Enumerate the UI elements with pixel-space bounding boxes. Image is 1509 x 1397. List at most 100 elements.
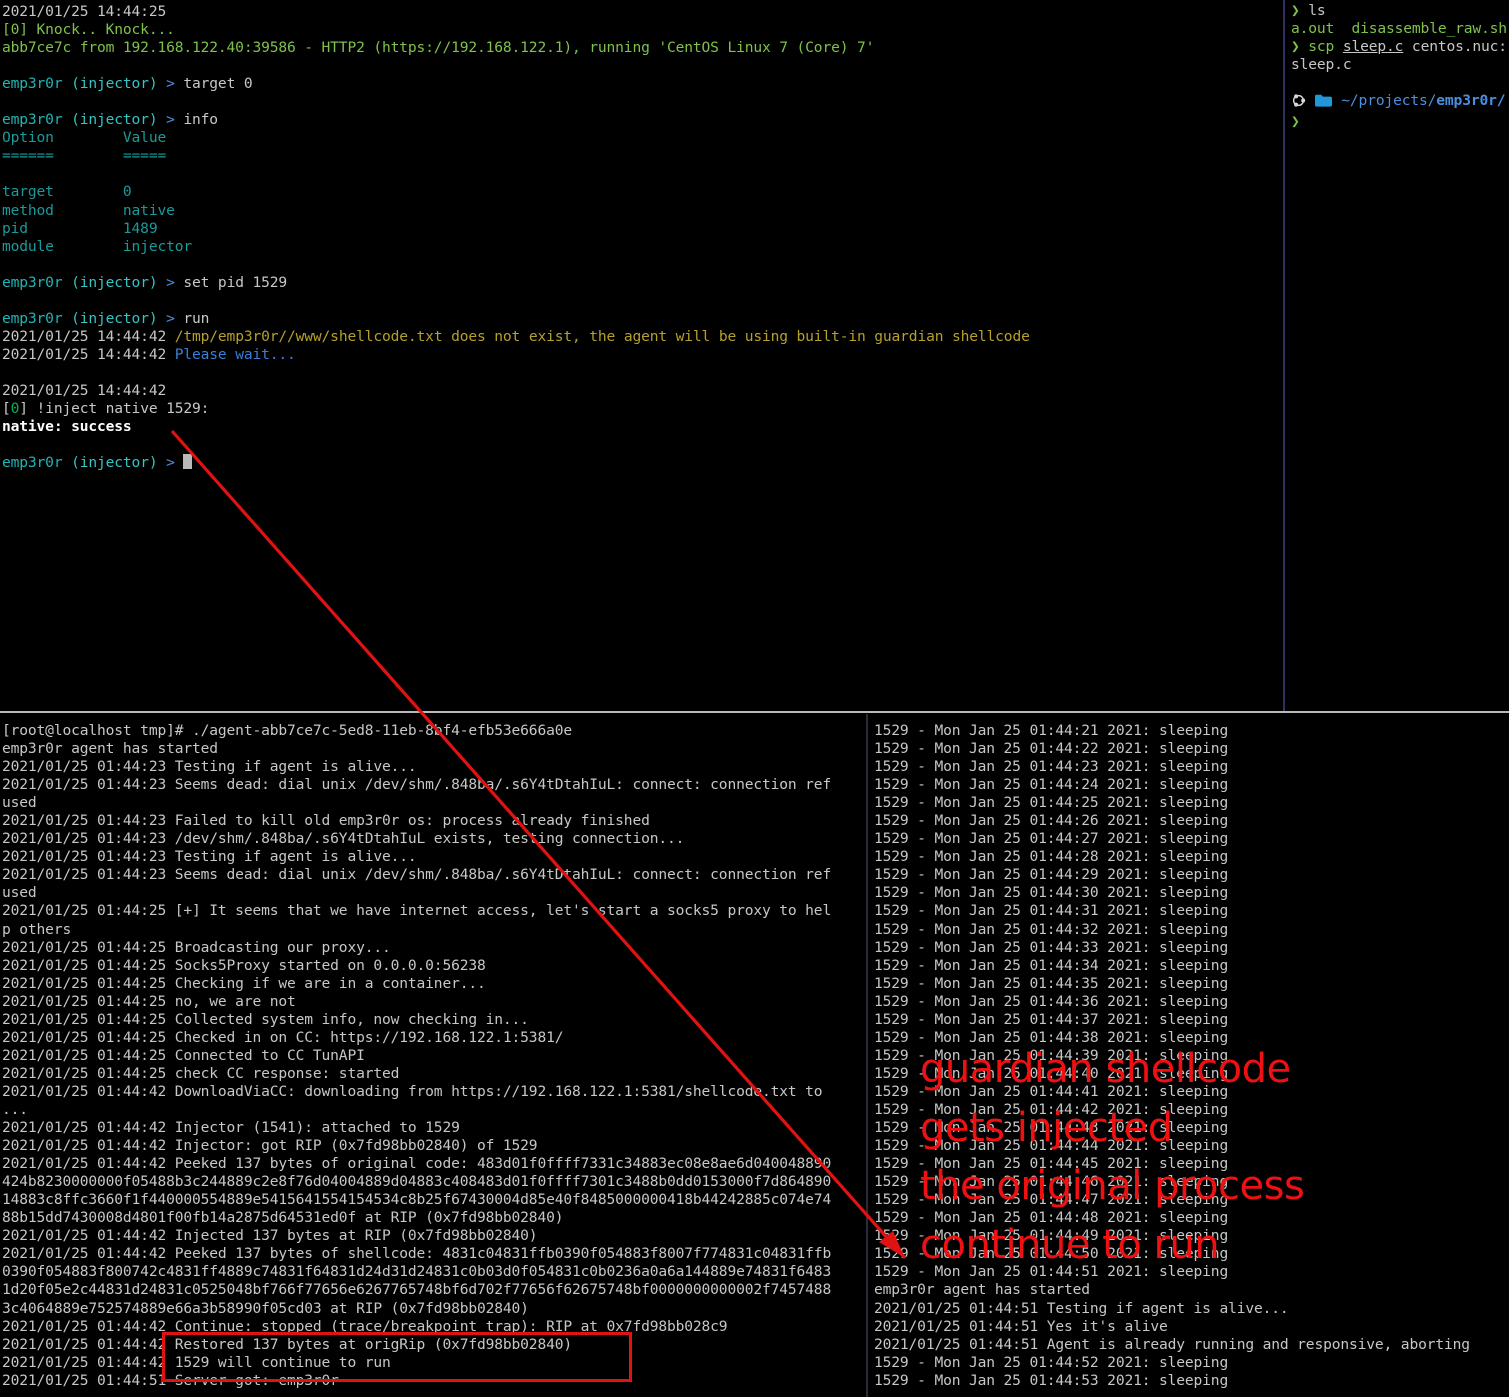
terminal-text-span: ❯: [1291, 2, 1300, 19]
terminal-text-span: [175, 454, 184, 471]
terminal-text-span: ] !inject native 1529:: [19, 400, 210, 418]
terminal-text-span: ls: [1299, 2, 1326, 19]
terminal-text-span: >: [157, 111, 175, 129]
terminal-line: 2021/01/25 01:44:42 Injector: got RIP (0…: [2, 1137, 538, 1155]
terminal-line: 2021/01/25 01:44:51 Yes it's alive: [874, 1317, 1168, 1335]
terminal-line: 1529 - Mon Jan 25 01:44:43 2021: sleepin…: [874, 1119, 1229, 1137]
terminal-line: 2021/01/25 01:44:42 Injected 137 bytes a…: [2, 1227, 538, 1245]
terminal-line: 1d20f05e2c44831d24831c0525048bf766f77656…: [2, 1281, 832, 1299]
terminal-line: 1529 - Mon Jan 25 01:44:28 2021: sleepin…: [874, 848, 1229, 866]
sleep-process-output: 1529 - Mon Jan 25 01:44:21 2021: sleepin…: [874, 722, 1470, 1390]
terminal-line: 2021/01/25 01:44:42 Injector (1541): att…: [2, 1119, 460, 1137]
terminal-line: 1529 - Mon Jan 25 01:44:42 2021: sleepin…: [874, 1100, 1229, 1118]
sleep-process-pane[interactable]: 1529 - Mon Jan 25 01:44:21 2021: sleepin…: [869, 714, 1509, 1397]
terminal-line: 1529 - Mon Jan 25 01:44:53 2021: sleepin…: [874, 1371, 1229, 1389]
terminal-text-span: method native: [2, 201, 175, 219]
terminal-text-span: >: [157, 309, 175, 327]
terminal-text-span: native: success: [2, 418, 132, 436]
terminal-line: 1529 - Mon Jan 25 01:44:22 2021: sleepin…: [874, 740, 1229, 758]
terminal-text-span: centos.nuc:: [1403, 38, 1507, 56]
terminal-line: 1529 - Mon Jan 25 01:44:44 2021: sleepin…: [874, 1137, 1229, 1155]
terminal-text-span: emp3r0r: [2, 309, 63, 327]
agent-terminal-pane[interactable]: [root@localhost tmp]# ./agent-abb7ce7c-5…: [0, 714, 866, 1397]
agent-terminal-output: [root@localhost tmp]# ./agent-abb7ce7c-5…: [2, 722, 831, 1390]
terminal-text-span: (injector): [62, 454, 158, 472]
terminal-line: 1529 - Mon Jan 25 01:44:32 2021: sleepin…: [874, 920, 1229, 938]
right-shell-output: ❯ ls a.out disassemble_raw.sh ❯ scp sleep.…: [1291, 2, 1507, 131]
horizontal-divider-right[interactable]: [1283, 711, 1509, 713]
terminal-text-span: >: [157, 454, 175, 472]
terminal-text-span: emp3r0r: [2, 454, 63, 472]
main-terminal-pane[interactable]: 2021/01/25 14:44:25 [0] Knock.. Knock... a…: [0, 0, 1283, 711]
terminal-line: 2021/01/25 01:44:42 1529 will continue t…: [2, 1353, 391, 1371]
terminal-line: emp3r0r (injector) > target 0: [2, 75, 1030, 93]
vertical-divider-top[interactable]: [1283, 0, 1285, 712]
terminal-line: 2021/01/25 01:44:51 Server got: emp3r0r: [2, 1371, 339, 1389]
terminal-line: method native: [2, 202, 1030, 220]
terminal-line: emp3r0r agent has started: [874, 1281, 1090, 1299]
terminal-line: emp3r0r agent has started: [2, 740, 218, 758]
terminal-text-span: 0: [10, 400, 20, 418]
terminal-line: 1529 - Mon Jan 25 01:44:38 2021: sleepin…: [874, 1028, 1229, 1046]
terminal-line: 1529 - Mon Jan 25 01:44:45 2021: sleepin…: [874, 1155, 1229, 1173]
terminal-text-span: scp: [1299, 38, 1335, 56]
terminal-line: module injector: [2, 238, 1030, 256]
terminal-line: 2021/01/25 01:44:25 Checking if we are i…: [2, 974, 486, 992]
terminal-line: 1529 - Mon Jan 25 01:44:48 2021: sleepin…: [874, 1209, 1229, 1227]
terminal-line: 2021/01/25 14:44:42: [2, 382, 1030, 400]
terminal-line: 1529 - Mon Jan 25 01:44:34 2021: sleepin…: [874, 956, 1229, 974]
terminal-text-span: (injector): [62, 273, 158, 291]
terminal-line: 1529 - Mon Jan 25 01:44:51 2021: sleepin…: [874, 1263, 1229, 1281]
terminal-line: 1529 - Mon Jan 25 01:44:31 2021: sleepin…: [874, 902, 1229, 920]
terminal-text-span: 2021/01/25 14:44:42: [2, 327, 175, 345]
terminal-line: 2021/01/25 01:44:42 DownloadViaCC: downl…: [2, 1082, 823, 1100]
terminal-text-span: >: [157, 75, 175, 93]
terminal-line: sleep.c: [1291, 56, 1507, 74]
terminal-text-span: pid 1489: [2, 219, 158, 237]
vertical-divider-bottom[interactable]: [866, 714, 868, 1397]
terminal-text-span: set pid 1529: [174, 273, 288, 291]
terminal-text-span: 2021/01/25 14:44:42: [2, 381, 167, 399]
terminal-text-span: emp3r0r/: [1436, 92, 1506, 110]
terminal-cursor: [183, 454, 192, 470]
terminal-line: ~/projects/emp3r0r/: [1291, 92, 1507, 113]
terminal-line: 1529 - Mon Jan 25 01:44:52 2021: sleepin…: [874, 1353, 1229, 1371]
right-shell-pane[interactable]: ❯ ls a.out disassemble_raw.sh ❯ scp sleep.…: [1287, 0, 1509, 711]
terminal-line: 2021/01/25 01:44:25 Broadcasting our pro…: [2, 938, 391, 956]
terminal-text-span: info: [174, 111, 218, 129]
terminal-line: 1529 - Mon Jan 25 01:44:36 2021: sleepin…: [874, 992, 1229, 1010]
terminal-line: a.out disassemble_raw.sh: [1291, 20, 1507, 38]
terminal-text-span: target 0: [2, 183, 132, 201]
terminal-line: 2021/01/25 01:44:51 Agent is already run…: [874, 1335, 1470, 1353]
terminal-text-span: emp3r0r: [2, 111, 63, 129]
terminal-line: used: [2, 794, 37, 812]
terminal-line: 1529 - Mon Jan 25 01:44:49 2021: sleepin…: [874, 1227, 1229, 1245]
terminal-text-span: 2021/01/25 14:44:42: [2, 345, 175, 363]
terminal-line: 2021/01/25 01:44:42 Peeked 137 bytes of …: [2, 1155, 832, 1173]
terminal-line: 1529 - Mon Jan 25 01:44:25 2021: sleepin…: [874, 794, 1229, 812]
terminal-line: 2021/01/25 14:44:42 /tmp/emp3r0r//www/sh…: [2, 328, 1030, 346]
terminal-text-span: ❯: [1291, 38, 1300, 56]
terminal-line: native: success: [2, 418, 1030, 436]
terminal-line: 2021/01/25 01:44:23 Failed to kill old e…: [2, 812, 650, 830]
terminal-line: 2021/01/25 01:44:25 check CC response: s…: [2, 1064, 400, 1082]
terminal-text-span: Option Value: [2, 129, 167, 147]
terminal-line: 2021/01/25 01:44:23 Seems dead: dial uni…: [2, 866, 832, 884]
terminal-text-span: 2021/01/25 14:44:25: [2, 3, 167, 20]
terminal-line: 1529 - Mon Jan 25 01:44:30 2021: sleepin…: [874, 884, 1229, 902]
terminal-text-span: (injector): [62, 75, 158, 93]
terminal-line: pid 1489: [2, 220, 1030, 238]
terminal-line: 2021/01/25 01:44:25 Socks5Proxy started …: [2, 956, 486, 974]
terminal-text-span: [1334, 20, 1351, 37]
terminal-line: 1529 - Mon Jan 25 01:44:41 2021: sleepin…: [874, 1082, 1229, 1100]
terminal-line: 1529 - Mon Jan 25 01:44:39 2021: sleepin…: [874, 1046, 1229, 1064]
terminal-line: 2021/01/25 01:44:42 Peeked 137 bytes of …: [2, 1245, 832, 1263]
terminal-line: 3c4064889e752574889e66a3b58990f05cd03 at…: [2, 1299, 529, 1317]
terminal-line: 1529 - Mon Jan 25 01:44:37 2021: sleepin…: [874, 1010, 1229, 1028]
